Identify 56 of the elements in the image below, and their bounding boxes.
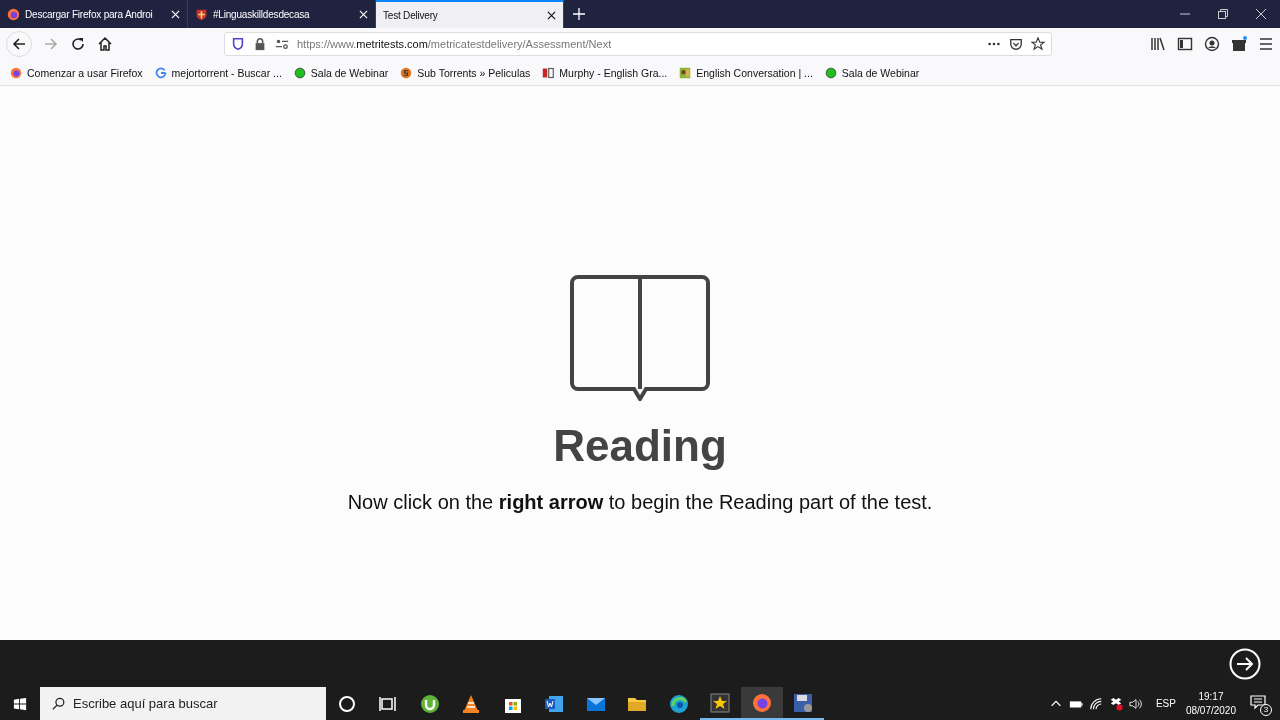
menu-icon[interactable] — [1258, 36, 1274, 52]
windows-start-icon[interactable] — [13, 696, 27, 711]
restore-icon[interactable] — [1218, 9, 1228, 19]
speaker-icon[interactable] — [1128, 696, 1143, 711]
search-icon — [52, 697, 66, 711]
clock[interactable]: 19:17 08/07/2020 — [1185, 689, 1236, 718]
taskbar-search-field[interactable]: Escribe aquí para buscar — [40, 687, 326, 720]
bookmark[interactable]: Sala de Webinar — [293, 66, 389, 79]
firefox-icon — [7, 7, 20, 21]
bookmark[interactable]: English Conversation | ... — [679, 66, 813, 79]
circle-icon — [824, 66, 837, 79]
book-logo-icon — [542, 66, 555, 79]
notification-icon — [1250, 693, 1266, 710]
close-tab-icon[interactable] — [547, 10, 556, 20]
notification-count: 3 — [1260, 703, 1272, 716]
star-icon[interactable] — [1031, 37, 1045, 51]
word-icon — [544, 693, 565, 714]
bookmark[interactable]: Sala de Webinar — [824, 66, 920, 79]
gift-icon[interactable] — [1231, 36, 1247, 52]
lock-icon — [253, 37, 267, 51]
instruction-text: Now click on the right arrow to begin the Reading part of the test. — [347, 491, 933, 514]
account-icon[interactable] — [1204, 36, 1220, 52]
section-heading: Reading — [553, 421, 727, 471]
close-icon[interactable] — [1256, 9, 1266, 19]
bookmark[interactable]: Murphy - English Gra... — [542, 66, 668, 79]
address-bar[interactable]: https://www.metritests.com/metricatestdelivery/Assessment/Next — [224, 32, 1052, 56]
traffic-cone-icon — [461, 693, 482, 714]
permissions-icon — [275, 37, 289, 51]
browser-tab[interactable]: Test Delivery — [376, 0, 564, 28]
firefox-icon — [10, 66, 22, 79]
bookmark[interactable]: Sub Torrents » Peliculas — [400, 66, 531, 79]
url-text: https://www.metritests.com/metricatestdelivery/Assessment/Next — [297, 38, 612, 50]
reload-icon[interactable] — [70, 36, 86, 52]
right-arrow-button[interactable] — [1229, 647, 1261, 680]
firefox-icon — [751, 692, 772, 713]
circle-icon — [336, 693, 357, 714]
open-book-icon — [570, 275, 710, 401]
library-icon[interactable] — [1150, 36, 1166, 52]
dropbox-error-icon[interactable] — [1108, 696, 1123, 711]
google-icon — [154, 66, 167, 79]
bookmark[interactable]: Comenzar a usar Firefox — [10, 66, 143, 79]
pocket-icon[interactable] — [1009, 37, 1023, 51]
shield-icon — [231, 37, 245, 51]
thumbnail-icon — [679, 66, 692, 79]
circle-icon — [293, 66, 306, 79]
coin-icon — [400, 66, 413, 79]
sidebar-icon[interactable] — [1177, 36, 1193, 52]
language-indicator[interactable]: ESP — [1155, 698, 1176, 709]
bookmark[interactable]: mejortorrent - Buscar ... — [154, 66, 282, 79]
wifi-icon[interactable] — [1088, 696, 1103, 711]
edge-icon — [668, 693, 689, 714]
shield-icon — [195, 7, 208, 21]
torrent-icon — [419, 693, 440, 714]
new-tab-icon[interactable] — [573, 8, 585, 20]
home-icon[interactable] — [97, 36, 113, 52]
notifications-button[interactable]: 3 — [1250, 693, 1270, 714]
